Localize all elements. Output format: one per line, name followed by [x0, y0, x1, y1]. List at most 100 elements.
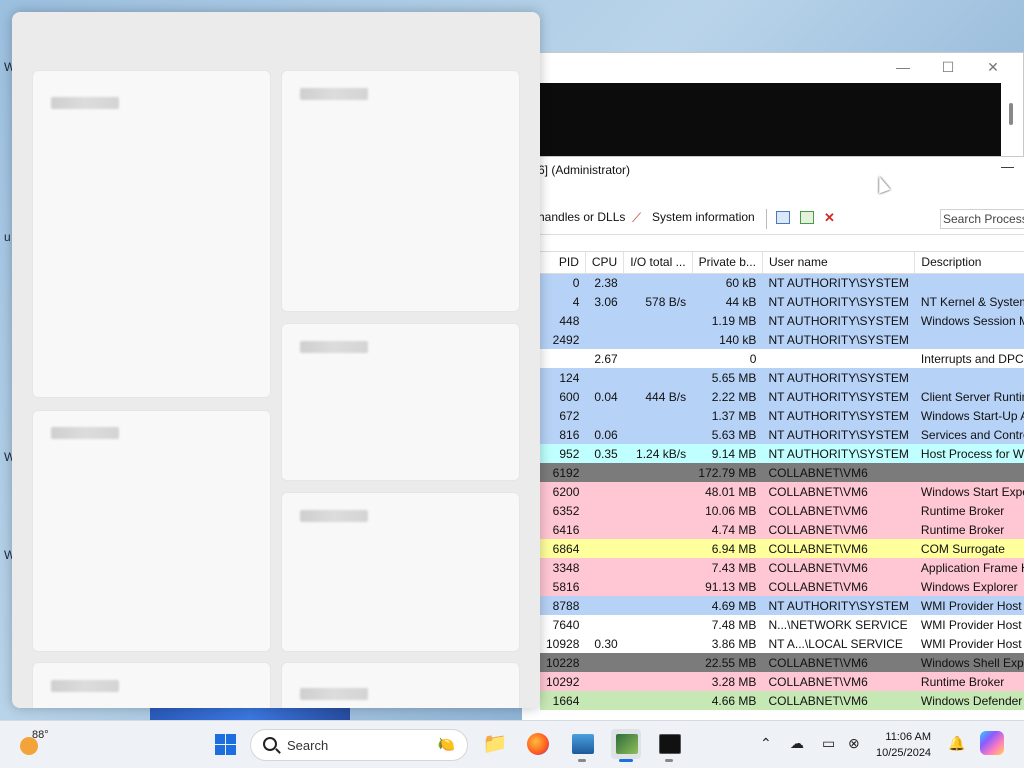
- find-handles-button[interactable]: handles or DLLs: [538, 210, 625, 224]
- cell-io-total: [624, 349, 692, 368]
- console-scrollbar[interactable]: [1009, 103, 1013, 125]
- cell-private-bytes: 22.55 MB: [705, 655, 757, 670]
- display-icon[interactable]: ▭: [822, 735, 835, 752]
- terminal-icon[interactable]: [654, 729, 684, 762]
- cell-description: Windows Session Manager: [920, 313, 1024, 328]
- cell-cpu: 2.38: [594, 275, 618, 290]
- process-row[interactable]: 10928 0.30 3.86 MB NT A...\LOCAL SERVICE WMI…: [540, 634, 1024, 653]
- column-header-user-name[interactable]: User name: [762, 252, 916, 274]
- cell-private-bytes: 91.13 MB: [705, 579, 757, 594]
- cell-pid: 10292: [546, 674, 580, 689]
- cell-io-total: [624, 539, 692, 558]
- column-header-io-total[interactable]: I/O total ...: [623, 252, 693, 274]
- toolbar: handles or DLLs ⟋ System information ✕ S…: [522, 205, 1024, 235]
- process-row[interactable]: 448 1.19 MB NT AUTHORITY\SYSTEM Windows Ses…: [540, 311, 1024, 330]
- process-row[interactable]: 7640 7.48 MB N...\NETWORK SERVICE WMI Provi…: [540, 615, 1024, 634]
- minimize-button[interactable]: —: [891, 59, 915, 75]
- copilot-icon[interactable]: [980, 731, 1004, 755]
- process-row[interactable]: 124 5.65 MB NT AUTHORITY\SYSTEM: [540, 368, 1024, 387]
- cell-cpu: [585, 691, 623, 710]
- process-row[interactable]: 816 0.06 5.63 MB NT AUTHORITY\SYSTEM Service…: [540, 425, 1024, 444]
- cell-io-total: [624, 330, 692, 349]
- cell-user-name: NT AUTHORITY\SYSTEM: [768, 598, 909, 613]
- widget-card[interactable]: [32, 662, 271, 708]
- column-header-private-bytes[interactable]: Private b...: [692, 252, 763, 274]
- cell-user-name: NT AUTHORITY\SYSTEM: [768, 389, 909, 404]
- process-row[interactable]: 5816 91.13 MB COLLABNET\VM6 Windows Explore…: [540, 577, 1024, 596]
- cell-private-bytes: 7.48 MB: [711, 617, 757, 632]
- cell-private-bytes: 1.37 MB: [711, 408, 757, 423]
- card-title-placeholder: [51, 427, 119, 439]
- chevron-up-icon[interactable]: ⌃: [760, 735, 772, 752]
- cell-user-name: NT AUTHORITY\SYSTEM: [768, 275, 909, 290]
- cell-description: Windows Start Experience: [920, 484, 1024, 499]
- process-row[interactable]: 6352 10.06 MB COLLABNET\VM6 Runtime Broker: [540, 501, 1024, 520]
- search-processes-input[interactable]: Search Processes: [940, 209, 1024, 229]
- firefox-icon[interactable]: [523, 729, 553, 759]
- widget-card[interactable]: [281, 662, 520, 708]
- card-title-placeholder: [300, 688, 368, 700]
- cell-description: WMI Provider Host: [920, 617, 1022, 632]
- column-header-cpu[interactable]: CPU: [585, 252, 625, 274]
- cell-cpu: 0.06: [594, 427, 618, 442]
- cell-user-name: NT AUTHORITY\SYSTEM: [768, 370, 909, 385]
- file-explorer-icon[interactable]: 📁: [480, 729, 510, 759]
- window-title: 6] (Administrator): [538, 163, 631, 177]
- cell-pid: 6352: [552, 503, 580, 518]
- widget-card[interactable]: [281, 323, 520, 481]
- process-row[interactable]: 1664 4.66 MB COLLABNET\VM6 Windows Defender: [540, 691, 1024, 710]
- properties-icon[interactable]: [800, 211, 814, 224]
- process-row[interactable]: 4 3.06 578 B/s 44 kB NT AUTHORITY\SYSTEM NT K…: [540, 292, 1024, 311]
- widget-card[interactable]: [281, 70, 520, 312]
- cell-cpu: 3.06: [594, 294, 618, 309]
- system-information-button[interactable]: System information: [652, 210, 755, 224]
- process-row[interactable]: 2.67 0 Interrupts and DPCs: [540, 349, 1024, 368]
- process-row[interactable]: 10292 3.28 MB COLLABNET\VM6 Runtime Broker: [540, 672, 1024, 691]
- taskbar-search[interactable]: Search 🍋: [250, 729, 468, 761]
- system-information-icon[interactable]: ⟋: [632, 211, 646, 224]
- window-icon[interactable]: [776, 211, 790, 224]
- cloud-offline-icon[interactable]: ☁: [790, 735, 804, 752]
- process-row[interactable]: 10228 22.55 MB COLLABNET\VM6 Windows Shell …: [540, 653, 1024, 672]
- maximize-button[interactable]: ☐: [936, 59, 960, 76]
- resource-monitor-icon[interactable]: [567, 729, 597, 762]
- minimize-button[interactable]: —: [1001, 159, 1014, 174]
- process-row[interactable]: 2492 140 kB NT AUTHORITY\SYSTEM: [540, 330, 1024, 349]
- column-header-pid[interactable]: PID: [540, 252, 586, 274]
- widget-card[interactable]: [32, 410, 271, 652]
- widget-card[interactable]: [281, 492, 520, 652]
- process-row[interactable]: 6200 48.01 MB COLLABNET\VM6 Windows Start E…: [540, 482, 1024, 501]
- cell-cpu: [585, 558, 623, 577]
- cell-pid: 4: [572, 294, 580, 309]
- process-row[interactable]: 6192 172.79 MB COLLABNET\VM6: [540, 463, 1024, 482]
- cell-description: NT Kernel & System: [920, 294, 1024, 309]
- network-disconnected-icon[interactable]: ⊗: [848, 735, 860, 752]
- widget-card[interactable]: [32, 70, 271, 398]
- column-header-description[interactable]: Description: [914, 252, 1024, 274]
- kill-process-icon[interactable]: ✕: [824, 211, 838, 224]
- card-title-placeholder: [300, 510, 368, 522]
- running-indicator: [578, 759, 586, 762]
- start-button[interactable]: [210, 729, 240, 759]
- process-row[interactable]: 3348 7.43 MB COLLABNET\VM6 Application Fram…: [540, 558, 1024, 577]
- process-row[interactable]: 0 2.38 60 kB NT AUTHORITY\SYSTEM: [540, 273, 1024, 292]
- cell-pid: 672: [559, 408, 580, 423]
- cell-description: Windows Defender: [920, 693, 1023, 708]
- cell-cpu: [585, 463, 623, 482]
- cell-io-total: 444 B/s: [645, 389, 687, 404]
- process-explorer-icon[interactable]: [611, 729, 641, 762]
- process-row[interactable]: 952 0.35 1.24 kB/s 9.14 MB NT AUTHORITY\SYST…: [540, 444, 1024, 463]
- notification-bell-icon[interactable]: 🔔: [948, 735, 965, 752]
- process-row[interactable]: 8788 4.69 MB NT AUTHORITY\SYSTEM WMI Provid…: [540, 596, 1024, 615]
- cell-private-bytes: 3.86 MB: [711, 636, 757, 651]
- close-button[interactable]: ✕: [981, 59, 1005, 76]
- cell-description: Application Frame Host: [920, 560, 1024, 575]
- cell-pid: 8788: [552, 598, 580, 613]
- process-row[interactable]: 6416 4.74 MB COLLABNET\VM6 Runtime Broker: [540, 520, 1024, 539]
- process-row[interactable]: 6864 6.94 MB COLLABNET\VM6 COM Surrogate: [540, 539, 1024, 558]
- system-clock[interactable]: 11:06 AM 10/25/2024: [876, 729, 931, 761]
- cell-user-name: COLLABNET\VM6: [768, 465, 868, 480]
- process-row[interactable]: 672 1.37 MB NT AUTHORITY\SYSTEM Windows Sta…: [540, 406, 1024, 425]
- cell-private-bytes: 60 kB: [725, 275, 757, 290]
- process-row[interactable]: 600 0.04 444 B/s 2.22 MB NT AUTHORITY\SYSTEM…: [540, 387, 1024, 406]
